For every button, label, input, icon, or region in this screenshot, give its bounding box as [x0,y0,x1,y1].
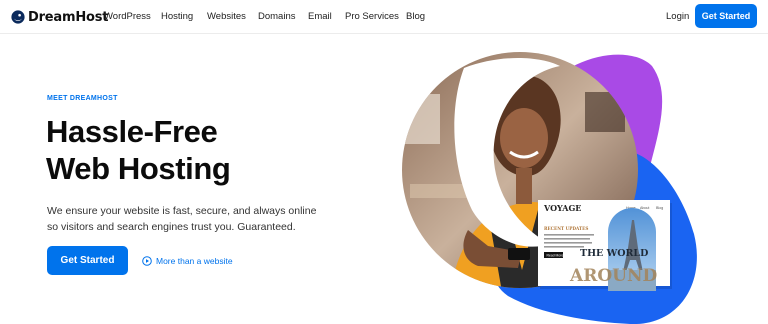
mockup-nav-item-blog: Blog [656,206,663,210]
mockup-section-title: RECENT UPDATES [544,226,588,231]
hero-title-line-2: Web Hosting [46,151,231,186]
mockup-headline-line-1: THE WORLD [580,248,648,259]
nav-item-hosting[interactable]: Hosting [161,11,193,22]
mockup-read-more-button: Read More [547,254,564,258]
play-circle-icon [142,256,152,266]
more-than-a-website-link[interactable]: More than a website [142,255,233,267]
top-navigation: DreamHost WordPress Hosting Websites Dom… [0,0,768,34]
nav-item-blog[interactable]: Blog [406,11,425,22]
mockup-brand: VOYAGE [543,203,581,213]
hero-title: Hassle-Free Web Hosting [46,113,231,187]
nav-item-wordpress[interactable]: WordPress [104,11,151,22]
nav-get-started-button[interactable]: Get Started [695,4,757,28]
hero-title-line-1: Hassle-Free [46,114,218,149]
hero-description: We ensure your website is fast, secure, … [47,205,317,233]
mockup-headline-line-2: AROUND [569,266,657,286]
hero-illustration: VOYAGE Home About Blog RECENT UPDATES Re… [402,52,697,324]
more-link-label: More than a website [156,256,233,266]
logo-text: DreamHost [28,9,109,25]
nav-item-domains[interactable]: Domains [258,11,296,22]
mockup-nav-item-about: About [640,206,649,210]
hero-get-started-button[interactable]: Get Started [47,246,128,275]
login-link[interactable]: Login [666,11,689,22]
nav-item-pro-services[interactable]: Pro Services [345,11,399,22]
nav-item-email[interactable]: Email [308,11,332,22]
website-mockup-card: VOYAGE Home About Blog RECENT UPDATES Re… [538,200,672,291]
nav-item-websites[interactable]: Websites [207,11,246,22]
dreamhost-logo-icon [11,10,25,24]
logo[interactable]: DreamHost [11,9,109,25]
hero-eyebrow: MEET DREAMHOST [47,95,118,102]
